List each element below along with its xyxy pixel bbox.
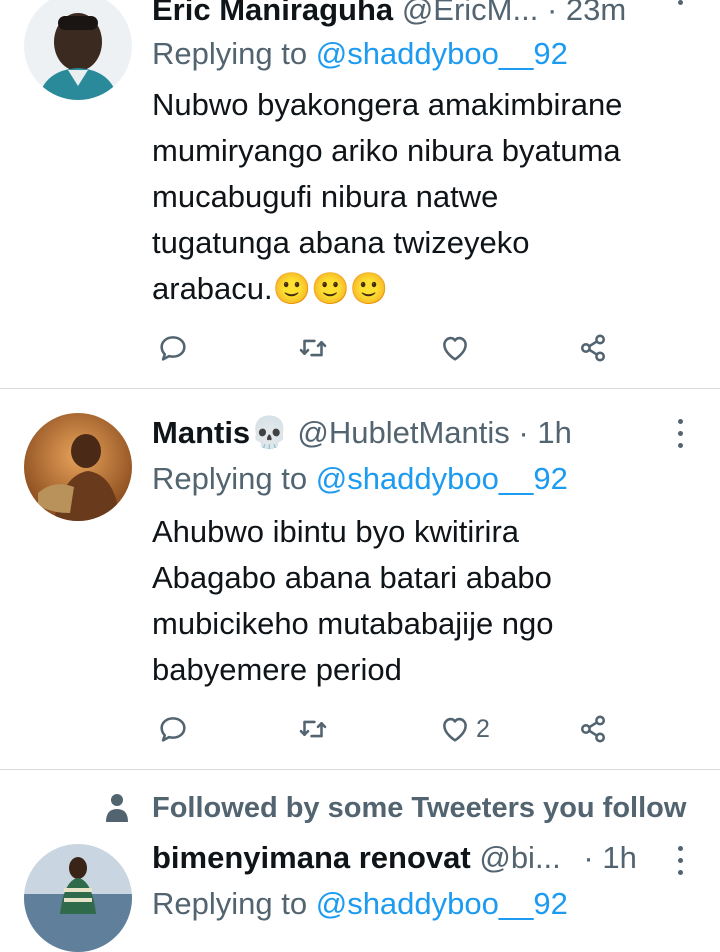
reply-icon (160, 336, 186, 361)
timestamp[interactable]: 1h (537, 415, 571, 450)
timestamp[interactable]: 23m (566, 0, 626, 27)
tweet-header: Eric Maniraguha @EricM... · 23m (152, 0, 680, 32)
tweet-text: Nubwo byakongera amakimbirane mumiryango… (152, 82, 692, 312)
like-icon (443, 717, 467, 742)
replying-to: Replying to @shaddyboo__92 (152, 34, 568, 74)
separator: · (546, 0, 558, 27)
person-icon (106, 794, 128, 822)
tweet-text-line: Abagabo abana batari ababo (152, 560, 552, 595)
share-button[interactable] (576, 707, 610, 751)
separator: · (518, 415, 529, 450)
display-name[interactable]: Mantis💀 (152, 415, 289, 450)
tweet-text-line: Ahubwo ibintu byo kwitirira (152, 514, 520, 549)
reply-icon (160, 717, 186, 742)
handle[interactable]: @bi... (479, 840, 560, 875)
tweet-text-line: mumiryango ariko nibura byatuma (152, 133, 621, 168)
like-button[interactable] (438, 326, 476, 370)
like-icon (443, 336, 467, 361)
replying-prefix: Replying to (152, 461, 308, 496)
separator: · (583, 840, 594, 875)
reply-button[interactable] (156, 326, 190, 370)
replying-to: Replying to @shaddyboo__92 (152, 884, 568, 924)
more-icon[interactable] (678, 0, 686, 12)
share-icon (580, 334, 606, 362)
tweet-header: Mantis💀 @HubletMantis · 1h (152, 411, 680, 455)
replying-prefix: Replying to (152, 886, 308, 921)
tweet-1[interactable]: Eric Maniraguha @EricM... · 23m Replying… (0, 0, 720, 388)
tweet-2[interactable]: Mantis💀 @HubletMantis · 1h Replying to @… (0, 389, 720, 769)
more-icon[interactable] (678, 419, 686, 455)
divider (0, 769, 720, 770)
tweet-text-line: babyemere period (152, 652, 402, 687)
replying-to: Replying to @shaddyboo__92 (152, 459, 568, 499)
mention-link[interactable]: @shaddyboo__92 (316, 36, 568, 71)
avatar[interactable] (24, 0, 132, 100)
handle[interactable]: @EricM... (402, 0, 539, 27)
tweet-text-line: Nubwo byakongera amakimbirane (152, 87, 623, 122)
social-context: Followed by some Tweeters you follow (104, 790, 686, 826)
share-icon (580, 715, 606, 743)
timestamp[interactable]: 1h (602, 840, 636, 875)
retweet-icon (299, 720, 327, 738)
display-name[interactable]: bimenyimana renovat (152, 840, 471, 875)
tweet-text: Ahubwo ibintu byo kwitirira Abagabo aban… (152, 509, 692, 693)
tweet-text-line: mucabugufi nibura natwe (152, 179, 499, 214)
action-bar: 2 (152, 707, 632, 751)
retweet-button[interactable] (296, 707, 330, 751)
tweet-text-line: arabacu.🙂🙂🙂 (152, 271, 389, 306)
reply-button[interactable] (156, 707, 190, 751)
tweet-3[interactable]: bimenyimana renovat @bi... · 1h Replying… (0, 830, 720, 952)
mention-link[interactable]: @shaddyboo__92 (316, 886, 568, 921)
replying-prefix: Replying to (152, 36, 308, 71)
like-count: 2 (476, 714, 490, 743)
like-button[interactable]: 2 (438, 707, 490, 751)
tweet-header: bimenyimana renovat @bi... · 1h (152, 836, 680, 880)
more-icon[interactable] (678, 846, 686, 882)
tweet-text-line: mubicikeho mutababajije ngo (152, 606, 554, 641)
action-bar (152, 326, 632, 370)
social-context-text: Followed by some Tweeters you follow (152, 791, 687, 824)
mention-link[interactable]: @shaddyboo__92 (316, 461, 568, 496)
share-button[interactable] (576, 326, 610, 370)
handle[interactable]: @HubletMantis (297, 415, 509, 450)
retweet-button[interactable] (296, 326, 330, 370)
display-name[interactable]: Eric Maniraguha (152, 0, 393, 27)
retweet-icon (299, 339, 327, 357)
avatar[interactable] (24, 413, 132, 521)
avatar[interactable] (24, 844, 132, 952)
tweet-text-line: tugatunga abana twizeyeko (152, 225, 530, 260)
